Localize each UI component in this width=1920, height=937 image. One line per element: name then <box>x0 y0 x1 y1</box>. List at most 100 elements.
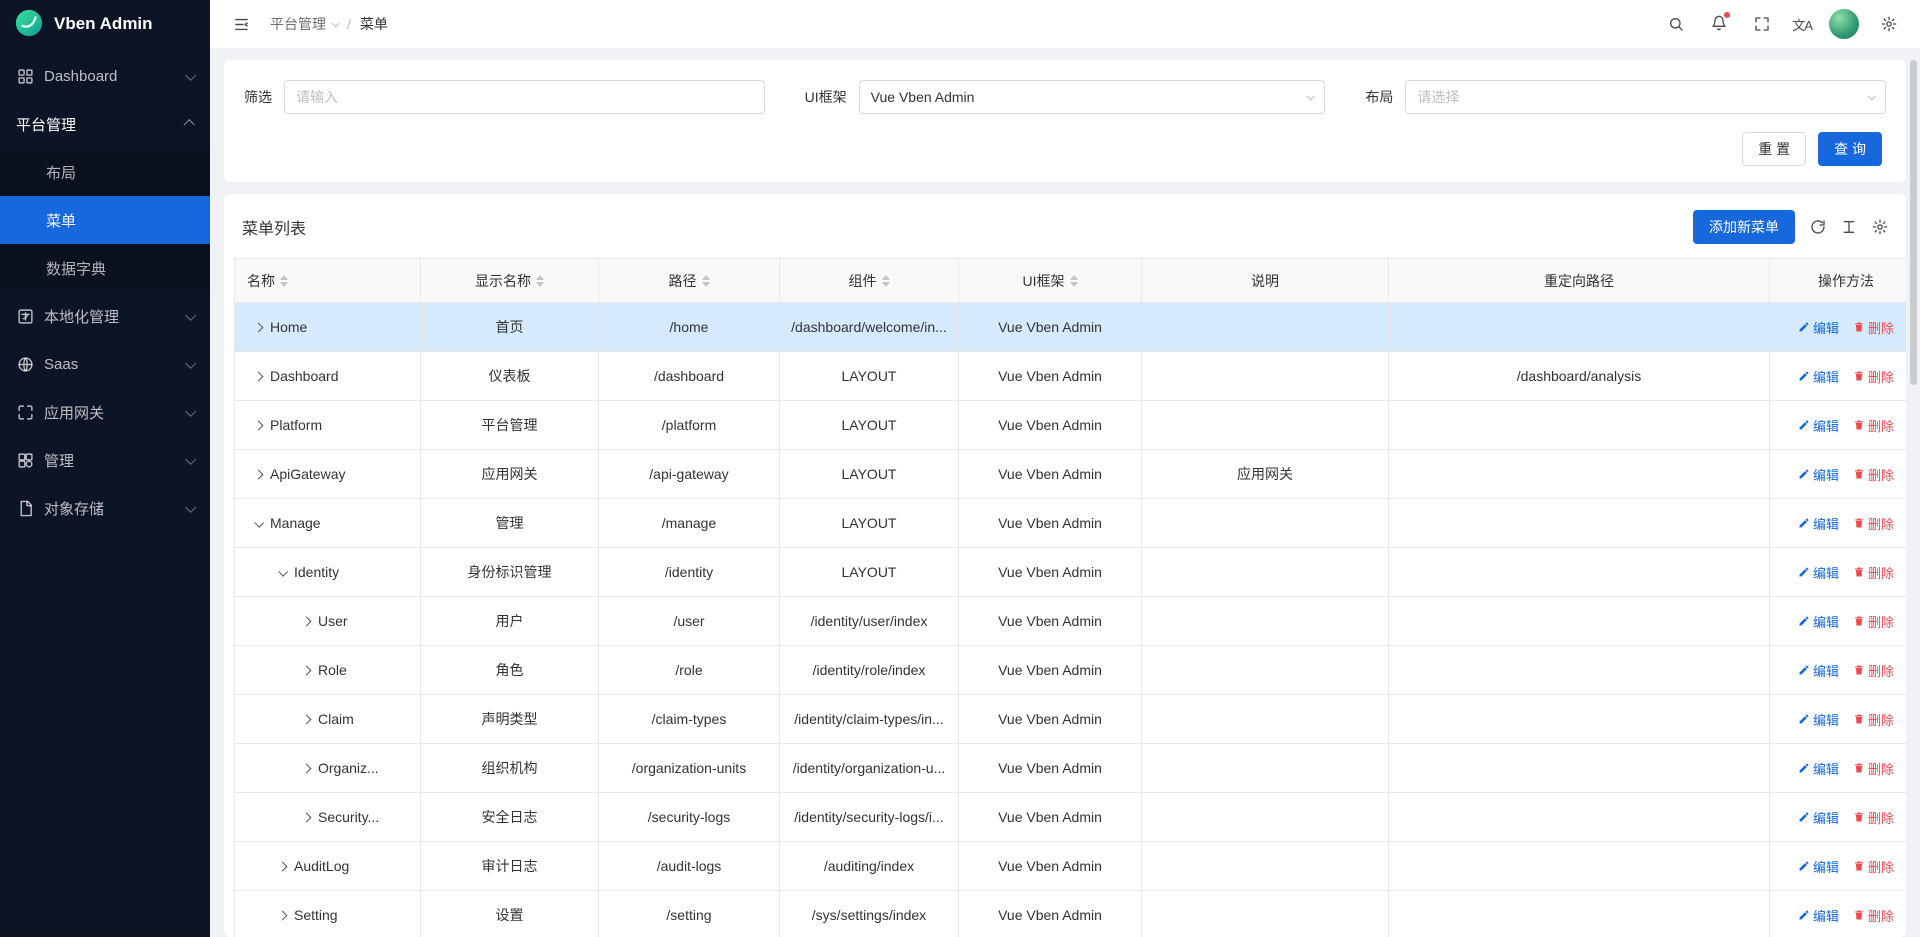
ui-framework-label: UI框架 <box>805 87 847 107</box>
edit-icon <box>1798 370 1810 382</box>
delete-button[interactable]: 删除 <box>1853 906 1894 925</box>
expand-row-icon[interactable] <box>254 420 264 430</box>
edit-button[interactable]: 编辑 <box>1798 906 1839 925</box>
delete-icon <box>1853 860 1865 872</box>
reset-button[interactable]: 重 置 <box>1742 132 1806 166</box>
edit-button[interactable]: 编辑 <box>1798 857 1839 876</box>
app-logo[interactable]: Vben Admin <box>0 0 210 48</box>
add-menu-button[interactable]: 添加新菜单 <box>1693 210 1795 244</box>
column-header-label: 组件 <box>849 271 877 291</box>
delete-button[interactable]: 删除 <box>1853 514 1894 533</box>
delete-button[interactable]: 删除 <box>1853 416 1894 435</box>
cell-path: /api-gateway <box>599 450 780 499</box>
column-header-4[interactable]: 组件 <box>780 259 959 303</box>
delete-button[interactable]: 删除 <box>1853 367 1894 386</box>
delete-button[interactable]: 删除 <box>1853 759 1894 778</box>
table-settings-gear-icon[interactable] <box>1872 219 1888 235</box>
sort-icon[interactable] <box>536 275 544 287</box>
sort-icon[interactable] <box>1070 275 1078 287</box>
edit-button[interactable]: 编辑 <box>1798 808 1839 827</box>
delete-button[interactable]: 删除 <box>1853 808 1894 827</box>
page-scrollbar[interactable] <box>1910 60 1917 385</box>
fullscreen-icon[interactable] <box>1749 11 1775 37</box>
search-button[interactable]: 查 询 <box>1818 132 1882 166</box>
expand-row-icon[interactable] <box>278 910 288 920</box>
delete-icon <box>1853 419 1865 431</box>
expand-row-icon[interactable] <box>302 812 312 822</box>
delete-button[interactable]: 删除 <box>1853 661 1894 680</box>
layout-placeholder: 请选择 <box>1417 87 1459 107</box>
expand-row-icon[interactable] <box>254 371 264 381</box>
expand-row-icon[interactable] <box>278 861 288 871</box>
collapse-row-icon[interactable] <box>278 566 288 576</box>
edit-button[interactable]: 编辑 <box>1798 661 1839 680</box>
sort-icon[interactable] <box>882 275 890 287</box>
edit-button[interactable]: 编辑 <box>1798 416 1839 435</box>
layout-label: 布局 <box>1365 87 1393 107</box>
user-avatar[interactable] <box>1829 9 1859 39</box>
settings-gear-icon[interactable] <box>1876 11 1902 37</box>
sidebar-subitem[interactable]: 菜单 <box>0 196 210 244</box>
sort-icon[interactable] <box>280 275 288 287</box>
ui-framework-select[interactable]: Vue Vben Admin <box>859 80 1326 114</box>
delete-button[interactable]: 删除 <box>1853 612 1894 631</box>
search-icon[interactable] <box>1663 11 1689 37</box>
row-height-icon[interactable] <box>1841 219 1857 235</box>
sidebar-item-manage[interactable]: 管理 <box>0 436 210 484</box>
sidebar-subitem[interactable]: 数据字典 <box>0 244 210 292</box>
table-row: Identity身份标识管理/identityLAYOUTVue Vben Ad… <box>235 548 1907 597</box>
expand-row-icon[interactable] <box>254 469 264 479</box>
column-header-1[interactable]: 名称 <box>235 259 421 303</box>
delete-button[interactable]: 删除 <box>1853 318 1894 337</box>
sidebar-item-platform[interactable]: 平台管理 <box>0 100 210 148</box>
notification-bell-icon[interactable] <box>1706 11 1732 37</box>
menu-fold-icon[interactable] <box>228 11 254 37</box>
chevron-down-icon <box>185 70 196 81</box>
edit-button[interactable]: 编辑 <box>1798 612 1839 631</box>
sidebar-subitem[interactable]: 布局 <box>0 148 210 196</box>
edit-button[interactable]: 编辑 <box>1798 318 1839 337</box>
edit-button[interactable]: 编辑 <box>1798 710 1839 729</box>
edit-icon <box>1798 321 1810 333</box>
edit-button[interactable]: 编辑 <box>1798 367 1839 386</box>
sidebar-item-dashboard[interactable]: Dashboard <box>0 52 210 100</box>
edit-button[interactable]: 编辑 <box>1798 563 1839 582</box>
cell-ui-framework: Vue Vben Admin <box>959 646 1142 695</box>
table-row: Setting设置/setting/sys/settings/indexVue … <box>235 891 1907 937</box>
column-header-2[interactable]: 显示名称 <box>421 259 599 303</box>
sidebar-item-saas[interactable]: Saas <box>0 340 210 388</box>
cell-display-name: 审计日志 <box>421 842 599 891</box>
cell-description <box>1142 303 1389 352</box>
refresh-icon[interactable] <box>1810 219 1826 235</box>
sidebar-item-gateway[interactable]: 应用网关 <box>0 388 210 436</box>
delete-button[interactable]: 删除 <box>1853 563 1894 582</box>
cell-description <box>1142 499 1389 548</box>
expand-row-icon[interactable] <box>302 665 312 675</box>
delete-icon <box>1853 468 1865 480</box>
edit-button[interactable]: 编辑 <box>1798 759 1839 778</box>
app-title: Vben Admin <box>54 14 153 34</box>
dashboard-icon <box>16 67 34 85</box>
language-switch-icon[interactable]: 文A <box>1792 15 1812 34</box>
expand-row-icon[interactable] <box>302 714 312 724</box>
sort-icon[interactable] <box>702 275 710 287</box>
column-header-3[interactable]: 路径 <box>599 259 780 303</box>
edit-button[interactable]: 编辑 <box>1798 514 1839 533</box>
expand-row-icon[interactable] <box>302 763 312 773</box>
filter-keyword-input[interactable] <box>284 80 765 114</box>
sidebar-item-localization[interactable]: 本地化管理 <box>0 292 210 340</box>
delete-button[interactable]: 删除 <box>1853 710 1894 729</box>
expand-row-icon[interactable] <box>302 616 312 626</box>
edit-button[interactable]: 编辑 <box>1798 465 1839 484</box>
breadcrumb-item-platform[interactable]: 平台管理 <box>270 14 338 34</box>
column-header-5[interactable]: UI框架 <box>959 259 1142 303</box>
delete-button[interactable]: 删除 <box>1853 465 1894 484</box>
column-header-label: UI框架 <box>1023 271 1065 291</box>
edit-icon <box>1798 419 1810 431</box>
layout-select[interactable]: 请选择 <box>1405 80 1886 114</box>
cell-path: /dashboard <box>599 352 780 401</box>
delete-button[interactable]: 删除 <box>1853 857 1894 876</box>
sidebar-item-storage[interactable]: 对象存储 <box>0 484 210 532</box>
expand-row-icon[interactable] <box>254 322 264 332</box>
collapse-row-icon[interactable] <box>254 517 264 527</box>
